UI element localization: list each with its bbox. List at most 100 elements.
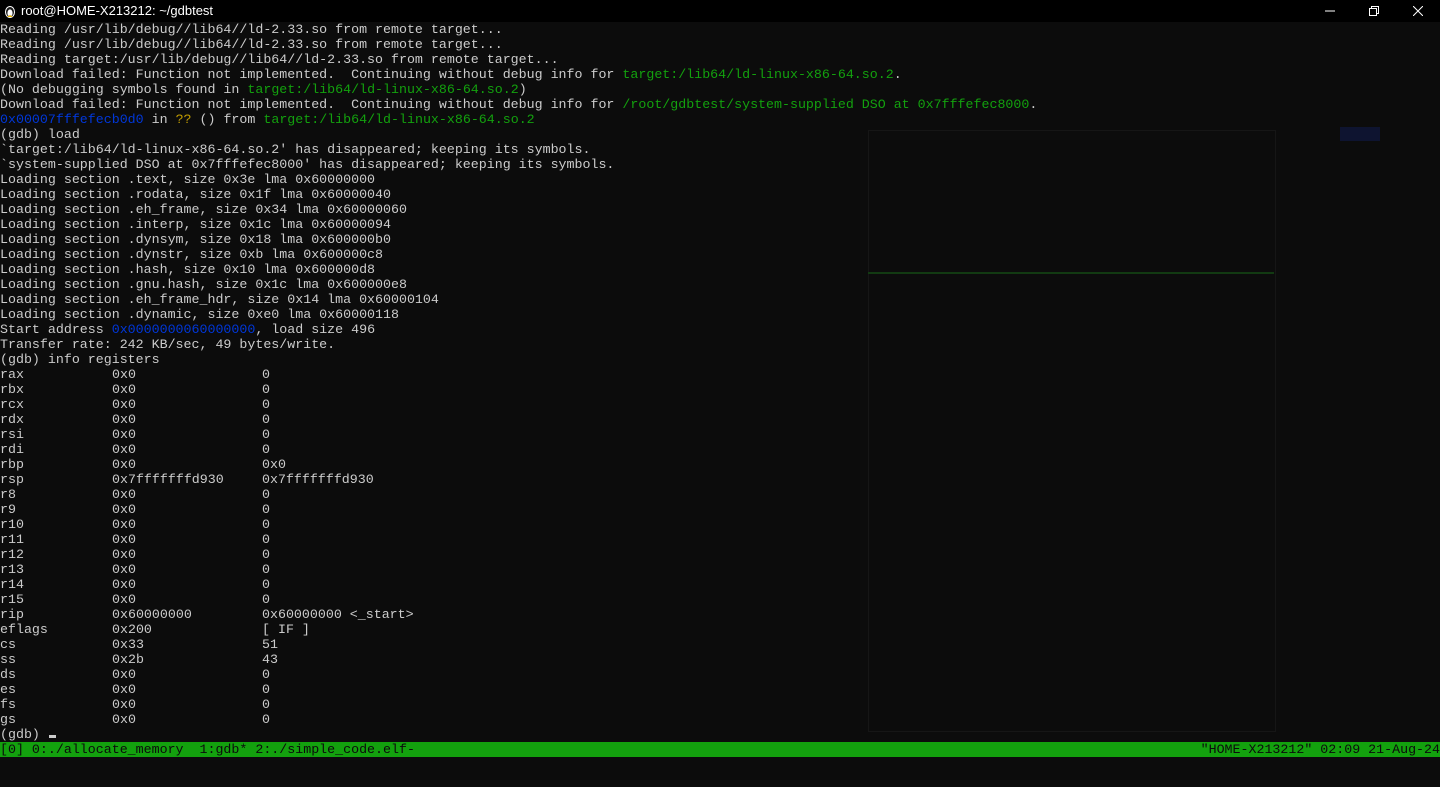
restore-button[interactable] — [1352, 0, 1396, 22]
register-row: gs 0x0 0 — [0, 712, 1440, 727]
tmux-status-bar: [0] 0:./allocate_memory 1:gdb* 2:./simpl… — [0, 742, 1440, 757]
output-text: , load size 496 — [255, 322, 376, 337]
output-text: Loading section .dynsym, size 0x18 lma 0… — [0, 232, 391, 247]
register-row: r14 0x0 0 — [0, 577, 1440, 592]
output-line: (gdb) info registers — [0, 352, 1440, 367]
register-natural-value: 0 — [262, 487, 270, 502]
output-text: Reading target:/usr/lib/debug//lib64//ld… — [0, 52, 559, 67]
register-natural-value: 0 — [262, 712, 270, 727]
output-line: Loading section .eh_frame, size 0x34 lma… — [0, 202, 1440, 217]
output-text: Loading section .interp, size 0x1c lma 0… — [0, 217, 391, 232]
register-name: rip — [0, 607, 24, 622]
register-name: r12 — [0, 547, 24, 562]
output-text: (gdb) load — [0, 127, 80, 142]
register-natural-value: 0 — [262, 532, 270, 547]
register-row: rdx 0x0 0 — [0, 412, 1440, 427]
output-text: . — [893, 67, 902, 82]
output-line: Loading section .eh_frame_hdr, size 0x14… — [0, 292, 1440, 307]
register-name: es — [0, 682, 16, 697]
output-text: Download failed: Function not implemente… — [0, 97, 623, 112]
register-row: rsi 0x0 0 — [0, 427, 1440, 442]
output-text: . — [1029, 97, 1038, 112]
register-hex-value: 0x0 — [112, 382, 136, 397]
output-text: Loading section .hash, size 0x10 lma 0x6… — [0, 262, 376, 277]
register-hex-value: 0x0 — [112, 592, 136, 607]
tmux-window-list[interactable]: [0] 0:./allocate_memory 1:gdb* 2:./simpl… — [0, 742, 415, 757]
register-name: fs — [0, 697, 16, 712]
register-hex-value: 0x0 — [112, 412, 136, 427]
register-natural-value: 0 — [262, 682, 270, 697]
register-row: r10 0x0 0 — [0, 517, 1440, 532]
register-natural-value: [ IF ] — [262, 622, 310, 637]
register-hex-value: 0x0 — [112, 697, 136, 712]
register-natural-value: 0 — [262, 562, 270, 577]
bottom-border — [0, 757, 1440, 765]
register-hex-value: 0x0 — [112, 547, 136, 562]
register-natural-value: 0x60000000 <_start> — [262, 607, 414, 622]
register-natural-value: 0 — [262, 577, 270, 592]
output-text: () from — [191, 112, 264, 127]
register-row: cs 0x33 51 — [0, 637, 1440, 652]
register-table: rax 0x0 0 rbx 0x0 0 rcx 0x0 0 rdx 0x0 0 rsi 0x0 0 rdi 0x… — [0, 367, 1440, 727]
register-row: rbx 0x0 0 — [0, 382, 1440, 397]
register-natural-value: 0x7fffffffd930 — [262, 472, 374, 487]
register-name: rax — [0, 367, 24, 382]
output-text: Loading section .text, size 0x3e lma 0x6… — [0, 172, 376, 187]
register-row: rcx 0x0 0 — [0, 397, 1440, 412]
terminal-output[interactable]: Reading /usr/lib/debug//lib64//ld-2.33.s… — [0, 22, 1440, 742]
register-name: r9 — [0, 502, 16, 517]
output-text: in — [143, 112, 176, 127]
output-text: Loading section .gnu.hash, size 0x1c lma… — [0, 277, 407, 292]
register-name: gs — [0, 712, 16, 727]
register-natural-value: 0 — [262, 412, 270, 427]
register-hex-value: 0x0 — [112, 487, 136, 502]
output-line: Loading section .dynstr, size 0xb lma 0x… — [0, 247, 1440, 262]
register-natural-value: 0 — [262, 397, 270, 412]
output-text: `target:/lib64/ld-linux-x86-64.so.2' has… — [0, 142, 591, 157]
register-name: eflags — [0, 622, 48, 637]
register-name: rcx — [0, 397, 24, 412]
output-line: Loading section .text, size 0x3e lma 0x6… — [0, 172, 1440, 187]
gdb-output-block: Reading /usr/lib/debug//lib64//ld-2.33.s… — [0, 22, 1440, 367]
register-row: rbp 0x0 0x0 — [0, 457, 1440, 472]
register-hex-value: 0x0 — [112, 562, 136, 577]
register-name: r15 — [0, 592, 24, 607]
register-row: rip 0x60000000 0x60000000 <_start> — [0, 607, 1440, 622]
register-row: fs 0x0 0 — [0, 697, 1440, 712]
output-line: Loading section .interp, size 0x1c lma 0… — [0, 217, 1440, 232]
register-natural-value: 0x0 — [262, 457, 286, 472]
output-line: Reading target:/usr/lib/debug//lib64//ld… — [0, 52, 1440, 67]
output-line: Loading section .dynsym, size 0x18 lma 0… — [0, 232, 1440, 247]
window-title: root@HOME-X213212: ~/gdbtest — [21, 3, 214, 18]
register-natural-value: 0 — [262, 667, 270, 682]
close-button[interactable] — [1396, 0, 1440, 22]
output-text: `system-supplied DSO at 0x7fffefec8000' … — [0, 157, 615, 172]
output-line: Loading section .gnu.hash, size 0x1c lma… — [0, 277, 1440, 292]
register-hex-value: 0x60000000 — [112, 607, 192, 622]
highlighted-text: target:/lib64/ld-linux-x86-64.so.2 — [622, 67, 894, 82]
register-hex-value: 0x0 — [112, 367, 136, 382]
output-line: `system-supplied DSO at 0x7fffefec8000' … — [0, 157, 1440, 172]
gdb-prompt-line[interactable]: (gdb) — [0, 727, 1440, 742]
register-natural-value: 0 — [262, 502, 270, 517]
register-hex-value: 0x0 — [112, 532, 136, 547]
output-text: Loading section .dynstr, size 0xb lma 0x… — [0, 247, 384, 262]
highlighted-text: target:/lib64/ld-linux-x86-64.so.2 — [263, 112, 535, 127]
register-natural-value: 0 — [262, 697, 270, 712]
register-hex-value: 0x2b — [112, 652, 144, 667]
minimize-button[interactable] — [1308, 0, 1352, 22]
window-titlebar: root@HOME-X213212: ~/gdbtest — [0, 0, 1440, 22]
output-text: Reading /usr/lib/debug//lib64//ld-2.33.s… — [0, 37, 503, 52]
output-text: Transfer rate: 242 KB/sec, 49 bytes/writ… — [0, 337, 336, 352]
register-name: r14 — [0, 577, 24, 592]
register-hex-value: 0x7fffffffd930 — [112, 472, 224, 487]
highlighted-text: 0x00007fffefecb0d0 — [0, 112, 144, 127]
close-icon — [1413, 6, 1423, 16]
register-natural-value: 43 — [262, 652, 278, 667]
register-name: r11 — [0, 532, 24, 547]
register-natural-value: 0 — [262, 367, 270, 382]
linux-penguin-icon — [5, 6, 15, 18]
register-name: ds — [0, 667, 16, 682]
output-text: Download failed: Function not implemente… — [0, 67, 623, 82]
register-natural-value: 51 — [262, 637, 278, 652]
